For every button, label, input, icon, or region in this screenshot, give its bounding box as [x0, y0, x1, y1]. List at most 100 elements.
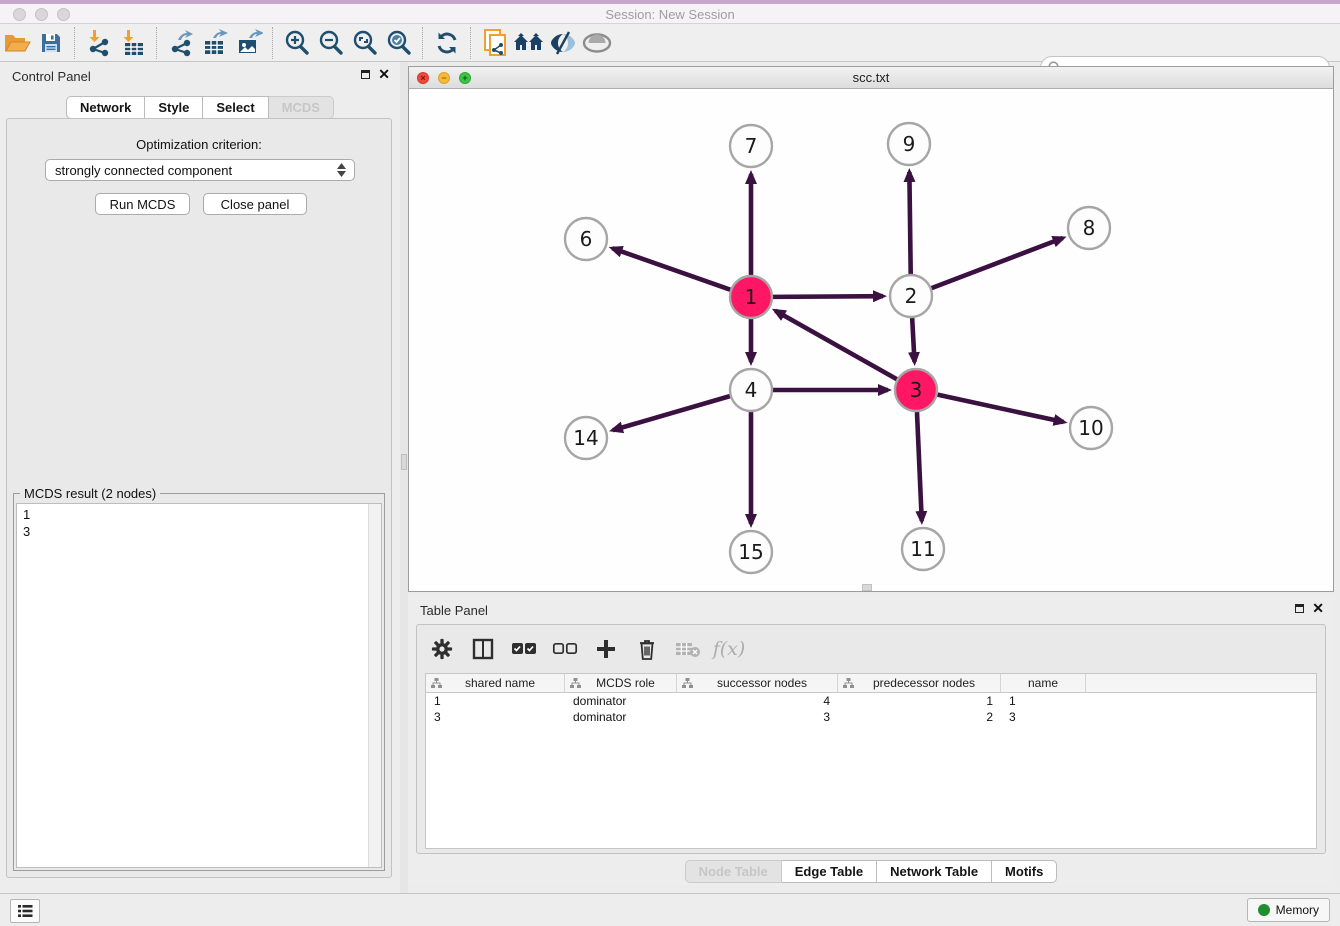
- table-cell[interactable]: 1: [838, 694, 1001, 708]
- svg-text:14: 14: [573, 426, 598, 450]
- graph-node-6[interactable]: 6: [565, 218, 607, 260]
- select-all-icon[interactable]: [511, 636, 537, 662]
- gear-icon[interactable]: [429, 636, 455, 662]
- table-cell[interactable]: dominator: [565, 694, 677, 708]
- delete-column-icon[interactable]: [634, 636, 660, 662]
- import-network-icon[interactable]: [82, 27, 116, 59]
- graph-node-3[interactable]: 3: [895, 369, 937, 411]
- save-session-icon[interactable]: [34, 27, 68, 59]
- export-network-icon[interactable]: [164, 27, 198, 59]
- zoom-fit-icon[interactable]: [348, 27, 382, 59]
- export-image-icon[interactable]: [232, 27, 266, 59]
- window-title: Session: New Session: [0, 7, 1340, 22]
- tab-node-table[interactable]: Node Table: [685, 860, 782, 883]
- table-cell[interactable]: 4: [677, 694, 838, 708]
- tab-style[interactable]: Style: [145, 96, 203, 119]
- mcds-result-text: 1 3: [17, 504, 368, 867]
- graph-edge-3-1[interactable]: [775, 311, 896, 379]
- graph-edge-4-14[interactable]: [613, 396, 730, 430]
- graph-edge-2-3[interactable]: [912, 318, 914, 362]
- home-icon[interactable]: [512, 27, 546, 59]
- export-table-icon[interactable]: [198, 27, 232, 59]
- column-header-shared-name[interactable]: shared name: [426, 674, 565, 692]
- column-header-predecessor-nodes[interactable]: predecessor nodes: [838, 674, 1001, 692]
- optimization-criterion-label: Optimization criterion:: [7, 137, 391, 152]
- table-cell[interactable]: 3: [1001, 710, 1086, 724]
- graph-node-14[interactable]: 14: [565, 417, 607, 459]
- network-window-titlebar[interactable]: × − + scc.txt: [409, 67, 1333, 89]
- memory-button[interactable]: Memory: [1247, 898, 1330, 922]
- svg-text:9: 9: [903, 132, 916, 156]
- deselect-all-icon[interactable]: [552, 636, 578, 662]
- zoom-selected-icon[interactable]: [382, 27, 416, 59]
- graph-node-11[interactable]: 11: [902, 528, 944, 570]
- vertical-splitter[interactable]: [400, 62, 408, 893]
- network-canvas[interactable]: 7 9 6 8 1 2 4 3 14 10 15 11: [410, 89, 1332, 590]
- table-row[interactable]: 3dominator323: [426, 709, 1316, 725]
- svg-text:3: 3: [910, 378, 923, 402]
- control-panel-tabs: NetworkStyleSelectMCDS: [0, 96, 400, 119]
- tab-motifs[interactable]: Motifs: [992, 860, 1057, 883]
- graph-node-8[interactable]: 8: [1068, 207, 1110, 249]
- tab-network-table[interactable]: Network Table: [877, 860, 992, 883]
- close-panel-icon[interactable]: ✕: [378, 68, 390, 80]
- result-scrollbar[interactable]: [368, 504, 381, 867]
- task-history-button[interactable]: [10, 899, 40, 923]
- split-columns-icon[interactable]: [470, 636, 496, 662]
- table-row[interactable]: 1dominator411: [426, 693, 1316, 709]
- table-cell[interactable]: 3: [677, 710, 838, 724]
- table-cell[interactable]: 3: [426, 710, 565, 724]
- table-cell[interactable]: dominator: [565, 710, 677, 724]
- tab-mcds[interactable]: MCDS: [269, 96, 334, 119]
- graph-node-2[interactable]: 2: [890, 275, 932, 317]
- graph-edge-3-11[interactable]: [917, 412, 922, 521]
- main-toolbar: [0, 24, 1340, 62]
- close-panel-button[interactable]: Close panel: [203, 193, 307, 215]
- tab-select[interactable]: Select: [203, 96, 268, 119]
- graph-node-1[interactable]: 1: [730, 276, 772, 318]
- graph-edge-1-6[interactable]: [612, 248, 730, 289]
- optimization-criterion-select[interactable]: strongly connected component: [45, 159, 355, 181]
- graphics-details-icon[interactable]: [546, 27, 580, 59]
- tab-edge-table[interactable]: Edge Table: [782, 860, 877, 883]
- table-cell[interactable]: 1: [1001, 694, 1086, 708]
- tab-network[interactable]: Network: [66, 96, 145, 119]
- graph-node-4[interactable]: 4: [730, 369, 772, 411]
- svg-text:6: 6: [580, 227, 593, 251]
- graph-edge-1-2[interactable]: [773, 296, 883, 297]
- delete-table-icon[interactable]: [675, 636, 701, 662]
- graph-edge-2-8[interactable]: [932, 238, 1063, 288]
- splitter-grip[interactable]: [401, 454, 407, 470]
- table-toolbar: f(x): [429, 629, 742, 669]
- graph-node-15[interactable]: 15: [730, 531, 772, 573]
- toolbar-separator: [422, 27, 424, 59]
- import-table-icon[interactable]: [116, 27, 150, 59]
- graph-node-7[interactable]: 7: [730, 125, 772, 167]
- node-table[interactable]: shared nameMCDS rolesuccessor nodesprede…: [425, 673, 1317, 849]
- graph-node-9[interactable]: 9: [888, 123, 930, 165]
- network-overview-icon[interactable]: [478, 27, 512, 59]
- column-header-name[interactable]: name: [1001, 674, 1086, 692]
- float-panel-icon[interactable]: [361, 70, 370, 79]
- table-cell[interactable]: 1: [426, 694, 565, 708]
- run-mcds-button[interactable]: Run MCDS: [95, 193, 190, 215]
- refresh-icon[interactable]: [430, 27, 464, 59]
- function-builder-icon: f(x): [716, 636, 742, 662]
- window-resize-grip[interactable]: [862, 584, 872, 591]
- column-header-successor-nodes[interactable]: successor nodes: [677, 674, 838, 692]
- birds-eye-view-icon[interactable]: [580, 27, 614, 59]
- table-cell[interactable]: 2: [838, 710, 1001, 724]
- column-header-MCDS-role[interactable]: MCDS role: [565, 674, 677, 692]
- open-session-icon[interactable]: [0, 27, 34, 59]
- graph-node-10[interactable]: 10: [1070, 407, 1112, 449]
- zoom-out-icon[interactable]: [314, 27, 348, 59]
- control-panel-title: Control Panel: [12, 69, 91, 84]
- toolbar-separator: [74, 27, 76, 59]
- zoom-in-icon[interactable]: [280, 27, 314, 59]
- float-panel-icon[interactable]: [1295, 604, 1304, 613]
- graph-edge-2-9[interactable]: [909, 172, 910, 274]
- add-column-icon[interactable]: [593, 636, 619, 662]
- mcds-result-area[interactable]: 1 3: [16, 503, 382, 868]
- graph-edge-3-10[interactable]: [937, 395, 1063, 422]
- close-panel-icon[interactable]: ✕: [1312, 602, 1324, 614]
